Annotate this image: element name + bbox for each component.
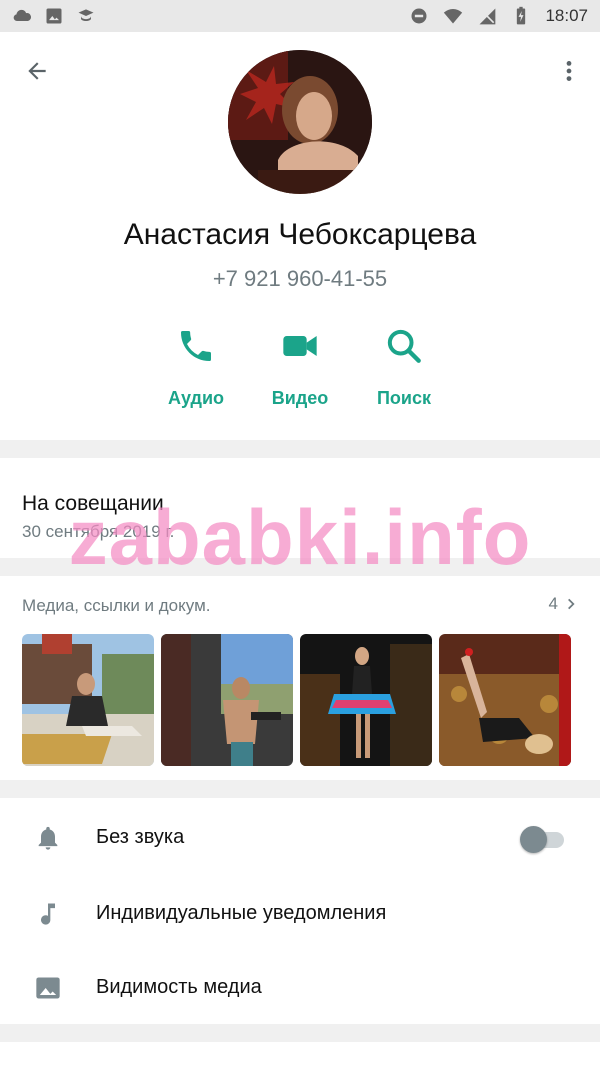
contact-actions: Аудио Видео Поиск <box>0 326 600 416</box>
battery-charging-icon <box>517 6 526 25</box>
about-date: 30 сентября 2019 г. <box>22 522 175 541</box>
phone-icon <box>181 331 211 361</box>
toggle-knob <box>520 826 547 853</box>
media-count: 4 <box>548 594 558 613</box>
arrow-back-icon <box>28 62 46 80</box>
media-thumbnail[interactable] <box>439 634 571 766</box>
about-section[interactable]: На совещании 30 сентября 2019 г. <box>0 458 600 558</box>
media-visibility-label: Видимость медиа <box>96 976 262 998</box>
music-note-icon <box>41 903 55 925</box>
more-vert-icon <box>566 61 572 81</box>
media-section: Медиа, ссылки и докум. 4 <box>0 576 600 780</box>
audio-call-label: Аудио <box>167 388 225 408</box>
back-button[interactable] <box>20 54 54 88</box>
gallery-icon <box>46 8 62 24</box>
media-thumbnails <box>22 634 571 766</box>
video-icon <box>283 336 317 356</box>
search-button[interactable]: Поиск <box>349 326 459 416</box>
media-title: Медиа, ссылки и докум. <box>22 596 211 615</box>
media-thumbnail[interactable] <box>161 634 293 766</box>
video-call-button[interactable]: Видео <box>245 326 355 416</box>
contact-header: Анастасия Чебоксарцева +7 921 960-41-55 … <box>0 32 600 440</box>
audio-call-button[interactable]: Аудио <box>141 326 251 416</box>
media-thumbnail[interactable] <box>22 634 154 766</box>
mute-row[interactable]: Без звука <box>0 800 600 876</box>
settings-section: Без звука Индивидуальные уведомления Вид… <box>0 798 600 1024</box>
contact-name: Анастасия Чебоксарцева <box>123 218 477 251</box>
custom-notifications-row[interactable]: Индивидуальные уведомления <box>0 876 600 952</box>
cloud-icon <box>13 9 32 22</box>
chevron-right-icon <box>568 598 575 610</box>
custom-notifications-label: Индивидуальные уведомления <box>96 902 387 924</box>
more-options-button[interactable] <box>552 54 586 88</box>
contact-phone: +7 921 960-41-55 <box>212 266 388 291</box>
status-bar: 18:07 <box>0 0 600 32</box>
bell-icon <box>38 826 58 850</box>
media-count-link[interactable]: 4 <box>549 594 578 614</box>
mute-label: Без звука <box>96 826 185 848</box>
mute-toggle[interactable] <box>520 826 564 853</box>
do-not-disturb-icon <box>411 8 427 24</box>
app-notification-icon <box>78 9 94 21</box>
search-icon <box>387 329 421 363</box>
status-time: 18:07 <box>545 6 588 25</box>
wifi-icon <box>444 9 463 24</box>
next-section-peek <box>0 1042 600 1067</box>
about-status: На совещании <box>22 492 164 515</box>
video-call-label: Видео <box>271 388 329 408</box>
media-visibility-row[interactable]: Видимость медиа <box>0 950 600 1026</box>
image-icon <box>36 977 60 999</box>
search-label: Поиск <box>376 388 432 408</box>
media-thumbnail[interactable] <box>300 634 432 766</box>
contact-avatar[interactable] <box>228 50 372 194</box>
avatar-photo <box>228 50 372 194</box>
no-signal-icon <box>479 8 496 25</box>
